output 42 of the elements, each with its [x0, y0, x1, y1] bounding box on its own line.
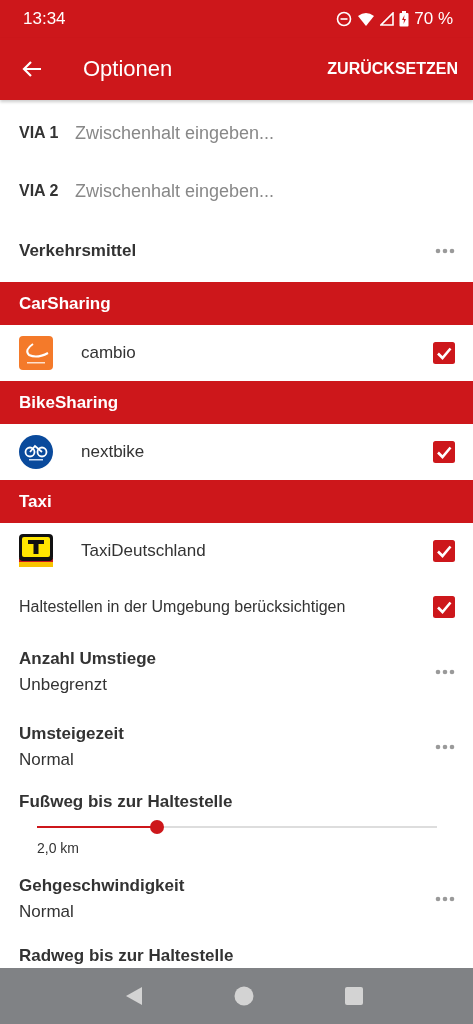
field-label: VIA 1: [19, 124, 60, 142]
more-icon[interactable]: [435, 668, 455, 675]
battery-percentage: 70 %: [414, 9, 453, 29]
setting-value: Normal: [19, 902, 75, 922]
setting-title: Radweg bis zur Haltestelle: [19, 946, 234, 966]
section-header: CarSharing: [0, 282, 473, 325]
slider-value: 2,0 km: [37, 840, 80, 856]
clock: 13:34: [23, 9, 66, 29]
wifi-icon: [357, 11, 376, 27]
setting-title: Verkehrsmittel: [19, 241, 137, 261]
setting-value: Unbegrenzt: [19, 674, 108, 695]
do-not-disturb-icon: [336, 11, 353, 27]
via-input-field[interactable]: Zwischenhalt eingeben...: [75, 180, 455, 202]
home-icon[interactable]: [234, 986, 254, 1006]
signal-icon: [380, 12, 395, 26]
more-icon[interactable]: [435, 248, 455, 254]
setting-title: Umsteigezeit: [19, 723, 124, 744]
battery-icon: [399, 11, 410, 27]
checkbox[interactable]: [433, 540, 455, 562]
back-icon[interactable]: [125, 986, 144, 1006]
section-header: Taxi: [0, 480, 473, 523]
more-icon[interactable]: [435, 896, 455, 902]
setting-title: Gehgeschwindigkeit: [19, 876, 185, 896]
provider-name: nextbike: [81, 442, 146, 462]
screen-title: Optionen: [83, 56, 174, 82]
provider-name: TaxiDeutschland: [81, 541, 207, 561]
checkbox[interactable]: [433, 595, 455, 618]
checkbox[interactable]: [433, 342, 455, 364]
checkbox[interactable]: [433, 441, 455, 463]
back-arrow-icon[interactable]: [22, 60, 42, 78]
section-header: BikeSharing: [0, 381, 473, 424]
slider-thumb[interactable]: [150, 820, 164, 834]
setting-title: Fußweg bis zur Haltestelle: [19, 792, 234, 812]
setting-value: Normal: [19, 749, 75, 770]
checkbox-label: Haltestellen in der Umgebung berücksichtigen: [19, 597, 346, 616]
recents-icon[interactable]: [344, 987, 363, 1005]
reset-button[interactable]: ZURÜCKSETZEN: [327, 60, 458, 78]
setting-title: Anzahl Umstiege: [19, 648, 156, 669]
via-input-field[interactable]: Zwischenhalt eingeben...: [75, 122, 455, 144]
field-label: VIA 2: [19, 182, 60, 200]
provider-name: cambio: [81, 343, 137, 363]
more-icon[interactable]: [435, 743, 455, 750]
